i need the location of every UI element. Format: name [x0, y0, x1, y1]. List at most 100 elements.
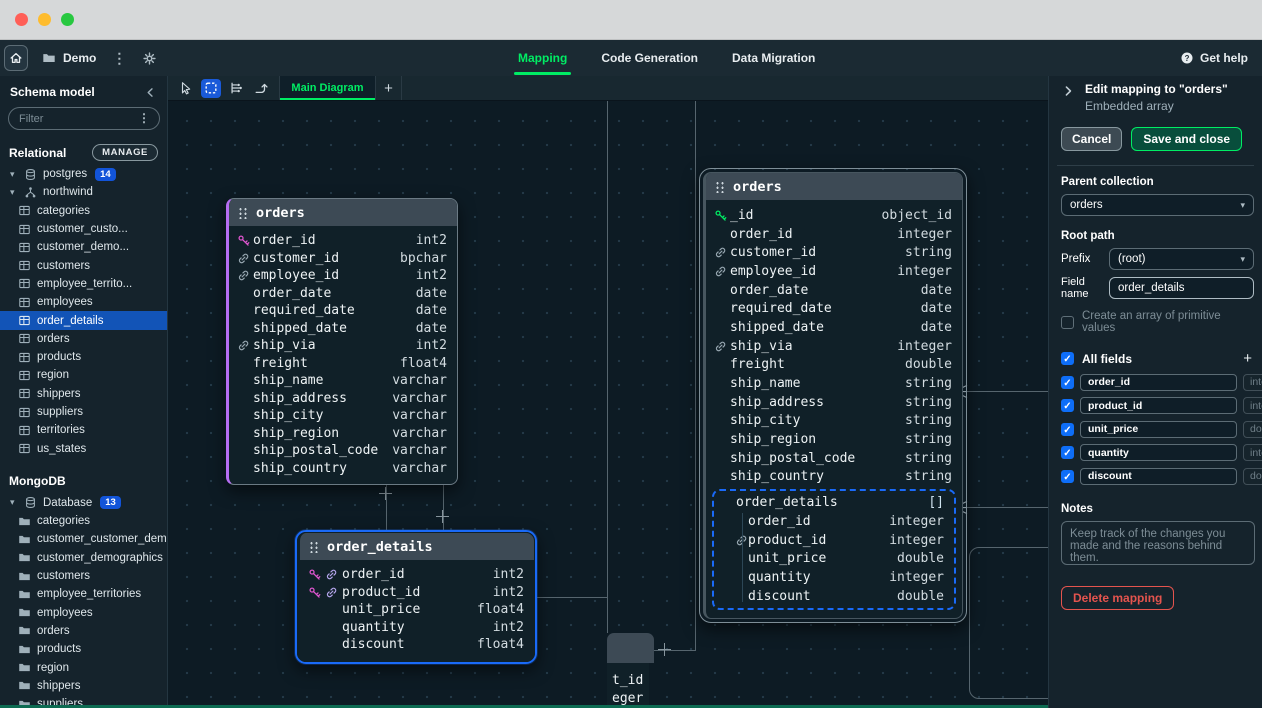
field-checkbox[interactable]: ✓ — [1061, 446, 1074, 459]
drag-handle-icon[interactable] — [310, 541, 318, 552]
sidebar-table-order-details-selected[interactable]: order_details — [0, 311, 167, 329]
field-name-input[interactable] — [1109, 277, 1254, 299]
field-row[interactable]: order_datedate — [706, 281, 962, 300]
field-row[interactable]: ship_viaint2 — [229, 337, 457, 355]
auto-layout-icon[interactable] — [226, 79, 246, 98]
sidebar-table-territories[interactable]: territories — [0, 421, 167, 439]
entity-table-orders-relational[interactable]: orders order_idint2 customer_idbpchar em… — [226, 198, 458, 485]
partial-table-header[interactable] — [607, 633, 654, 663]
embedded-array-selection[interactable]: order_details[] order_idinteger product_… — [712, 489, 956, 610]
sidebar-collection-employee-territories[interactable]: employee_territories — [0, 585, 167, 603]
maximize-window-button[interactable] — [61, 13, 74, 26]
field-row[interactable]: ship_countrystring — [706, 468, 962, 487]
caret-down-icon[interactable]: ▾ — [10, 497, 18, 508]
field-row[interactable]: freightfloat4 — [229, 355, 457, 373]
field-row[interactable]: order_idint2 — [300, 566, 534, 584]
get-help-button[interactable]: Get help — [1180, 51, 1248, 65]
drag-handle-icon[interactable] — [239, 207, 247, 218]
diagram-canvas[interactable]: orders order_idint2 customer_idbpchar em… — [168, 101, 1048, 708]
notes-textarea[interactable] — [1061, 521, 1255, 565]
field-row[interactable]: ship_viainteger — [706, 337, 962, 356]
parent-collection-select[interactable]: orders ▾ — [1061, 194, 1254, 216]
cancel-button[interactable]: Cancel — [1061, 127, 1122, 151]
field-row-nested[interactable]: product_idinteger — [714, 531, 954, 550]
select-tool-icon[interactable] — [201, 79, 221, 98]
field-checkbox[interactable]: ✓ — [1061, 423, 1074, 436]
field-row[interactable]: _idobject_id — [706, 206, 962, 225]
partial-table-body[interactable]: t_id eger — [607, 663, 649, 708]
field-row[interactable]: required_datedate — [706, 299, 962, 318]
field-row[interactable]: order_idinteger — [706, 225, 962, 244]
sidebar-table-shippers[interactable]: shippers — [0, 385, 167, 403]
sidebar-table-customer-demo[interactable]: customer_demo... — [0, 238, 167, 256]
minimize-window-button[interactable] — [38, 13, 51, 26]
field-checkbox[interactable]: ✓ — [1061, 376, 1074, 389]
field-row[interactable]: ship_namestring — [706, 374, 962, 393]
field-row[interactable]: customer_idstring — [706, 243, 962, 262]
field-name-input[interactable] — [1080, 397, 1237, 414]
field-checkbox[interactable]: ✓ — [1061, 470, 1074, 483]
sidebar-table-orders[interactable]: orders — [0, 330, 167, 348]
primitive-values-checkbox[interactable] — [1061, 316, 1074, 329]
close-window-button[interactable] — [15, 13, 28, 26]
sidebar-table-employee-territo[interactable]: employee_territo... — [0, 275, 167, 293]
field-row[interactable]: shipped_datedate — [229, 320, 457, 338]
field-row-nested[interactable]: discountdouble — [714, 587, 954, 606]
sidebar-collection-shippers[interactable]: shippers — [0, 677, 167, 695]
home-button[interactable] — [4, 45, 28, 71]
field-name-input[interactable] — [1080, 374, 1237, 391]
sidebar-collection-customer-customer-demo[interactable]: customer_customer_demo — [0, 530, 167, 548]
project-breadcrumb[interactable]: Demo — [42, 51, 96, 65]
field-row-nested[interactable]: quantityinteger — [714, 568, 954, 587]
field-row-nested[interactable]: order_idinteger — [714, 512, 954, 531]
sidebar-table-suppliers[interactable]: suppliers — [0, 403, 167, 421]
field-type-select[interactable]: integer▾ — [1243, 397, 1262, 414]
sidebar-collection-products[interactable]: products — [0, 640, 167, 658]
field-row[interactable]: shipped_datedate — [706, 318, 962, 337]
field-row[interactable]: ship_addressstring — [706, 393, 962, 412]
field-type-select[interactable]: double▾ — [1243, 421, 1262, 438]
field-row[interactable]: ship_citystring — [706, 412, 962, 431]
field-row[interactable]: unit_pricefloat4 — [300, 601, 534, 619]
caret-down-icon[interactable]: ▾ — [10, 187, 18, 198]
tree-node-northwind[interactable]: ▾ northwind — [0, 183, 167, 201]
prefix-select[interactable]: (root) ▾ — [1109, 248, 1254, 270]
field-row[interactable]: ship_regionvarchar — [229, 425, 457, 443]
field-name-input[interactable] — [1080, 421, 1237, 438]
field-name-input[interactable] — [1080, 444, 1237, 461]
sidebar-table-customers[interactable]: customers — [0, 256, 167, 274]
sidebar-table-employees[interactable]: employees — [0, 293, 167, 311]
collapse-sidebar-icon[interactable] — [144, 86, 157, 99]
field-row[interactable]: ship_addressvarchar — [229, 390, 457, 408]
collapse-panel-chevron-icon[interactable] — [1061, 84, 1075, 113]
cursor-tool-icon[interactable] — [176, 79, 196, 98]
field-row[interactable]: ship_postal_codestring — [706, 449, 962, 468]
sidebar-collection-categories[interactable]: categories — [0, 512, 167, 530]
field-row[interactable]: required_datedate — [229, 302, 457, 320]
field-row[interactable]: product_idint2 — [300, 584, 534, 602]
sidebar-table-products[interactable]: products — [0, 348, 167, 366]
table-header[interactable]: orders — [706, 173, 962, 200]
field-row[interactable]: ship_regionstring — [706, 430, 962, 449]
collection-table-orders-mongodb[interactable]: orders _idobject_id order_idinteger cust… — [699, 168, 967, 623]
field-row[interactable]: order_datedate — [229, 285, 457, 303]
field-row-group[interactable]: order_details[] — [714, 493, 954, 512]
entity-table-order-details-relational[interactable]: order_details order_idint2 product_idint… — [295, 530, 537, 664]
settings-gear-icon[interactable] — [142, 51, 157, 66]
sidebar-table-customer-custo[interactable]: customer_custo... — [0, 220, 167, 238]
table-header[interactable]: orders — [229, 199, 457, 226]
sidebar-table-categories[interactable]: categories — [0, 202, 167, 220]
field-row[interactable]: quantityint2 — [300, 619, 534, 637]
diagram-tab-main[interactable]: Main Diagram — [280, 76, 376, 100]
field-row[interactable]: order_idint2 — [229, 232, 457, 250]
field-row[interactable]: freightdouble — [706, 356, 962, 375]
sidebar-collection-customer-demographics[interactable]: customer_demographics — [0, 549, 167, 567]
tab-code-generation[interactable]: Code Generation — [601, 40, 698, 76]
sidebar-table-region[interactable]: region — [0, 366, 167, 384]
tab-mapping[interactable]: Mapping — [518, 40, 567, 76]
all-fields-checkbox[interactable]: ✓ — [1061, 352, 1074, 365]
sidebar-table-us-states[interactable]: us_states — [0, 439, 167, 457]
sidebar-collection-employees[interactable]: employees — [0, 604, 167, 622]
sidebar-collection-customers[interactable]: customers — [0, 567, 167, 585]
sidebar-collection-orders[interactable]: orders — [0, 622, 167, 640]
